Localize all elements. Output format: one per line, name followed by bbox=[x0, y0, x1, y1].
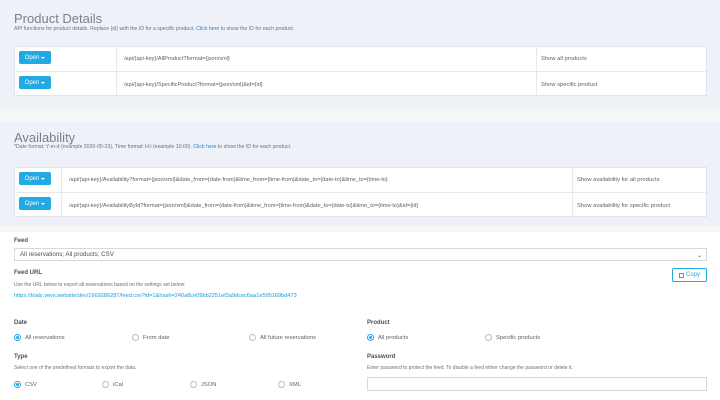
feed-url-hint: Use the URL below to export all reservat… bbox=[14, 282, 186, 288]
type-hint: Select one of the predefined formats to … bbox=[14, 365, 137, 371]
feed-url-label: Feed URL bbox=[14, 270, 43, 276]
table-row: Open /api/{api-key}/Availability?format=… bbox=[15, 168, 706, 193]
radio-icon bbox=[132, 334, 139, 341]
password-label: Password bbox=[367, 354, 396, 360]
radio-csv[interactable]: CSV bbox=[14, 381, 37, 388]
open-dropdown-button[interactable]: Open bbox=[19, 197, 51, 210]
caret-down-icon bbox=[41, 81, 46, 84]
radio-icon bbox=[485, 334, 492, 341]
chevron-down-icon: ⌄ bbox=[696, 253, 702, 259]
type-label: Type bbox=[14, 354, 28, 360]
password-hint: Enter password to protect the feed. To d… bbox=[367, 365, 573, 371]
radio-icon bbox=[249, 334, 256, 341]
endpoint-description: Show all products bbox=[541, 56, 587, 62]
radio-selected-icon bbox=[367, 334, 374, 341]
endpoint-url: /api/{api-key}/SpecificProduct?format={j… bbox=[117, 72, 537, 97]
radio-specific-products[interactable]: Specific products bbox=[485, 334, 540, 341]
radio-all-reservations[interactable]: All reservations bbox=[14, 334, 65, 341]
product-details-click-here-link[interactable]: Click here bbox=[196, 26, 219, 32]
radio-selected-icon bbox=[14, 334, 21, 341]
radio-xml[interactable]: XML bbox=[278, 381, 301, 388]
caret-down-icon bbox=[41, 177, 46, 180]
radio-json[interactable]: JSON bbox=[190, 381, 216, 388]
copy-button[interactable]: Copy bbox=[672, 268, 707, 282]
open-dropdown-button[interactable]: Open bbox=[19, 76, 51, 89]
availability-section: Availability *Date format: Y-m-d (exampl… bbox=[0, 122, 720, 226]
caret-down-icon bbox=[41, 56, 46, 59]
availability-click-here-link[interactable]: Click here bbox=[193, 144, 216, 150]
endpoint-description: Show specific product bbox=[541, 81, 598, 88]
radio-icon bbox=[190, 381, 197, 388]
radio-all-products[interactable]: All products bbox=[367, 334, 408, 341]
radio-icon bbox=[102, 381, 109, 388]
product-details-table: Open /api/{api-key}/AllProduct?format={j… bbox=[14, 46, 707, 97]
date-label: Date bbox=[14, 320, 28, 326]
product-details-description: API functions for product details. Repla… bbox=[14, 26, 295, 32]
product-details-title: Product Details bbox=[14, 11, 103, 26]
table-row: Open /api/{api-key}/SpecificProduct?form… bbox=[15, 72, 706, 97]
password-input[interactable] bbox=[367, 377, 707, 391]
availability-description: *Date format: Y-m-d (example 2020-05-23)… bbox=[14, 144, 292, 150]
endpoint-url: /api/{api-key}/AvailabilityById?format={… bbox=[62, 193, 573, 218]
radio-from-date[interactable]: From date bbox=[132, 334, 169, 341]
radio-icon bbox=[278, 381, 285, 388]
radio-ical[interactable]: iCal bbox=[102, 381, 123, 388]
open-dropdown-button[interactable]: Open bbox=[19, 51, 51, 64]
copy-icon bbox=[678, 272, 684, 278]
product-label: Product bbox=[367, 320, 390, 326]
radio-all-future-reservations[interactable]: All future reservations bbox=[249, 334, 316, 341]
radio-selected-icon bbox=[14, 381, 21, 388]
product-details-section: Product Details API functions for produc… bbox=[0, 0, 720, 108]
table-row: Open /api/{api-key}/AllProduct?format={j… bbox=[15, 47, 706, 72]
endpoint-url: /api/{api-key}/Availability?format={json… bbox=[62, 168, 573, 192]
availability-table: Open /api/{api-key}/Availability?format=… bbox=[14, 167, 707, 218]
table-row: Open /api/{api-key}/AvailabilityById?for… bbox=[15, 193, 706, 218]
endpoint-description: Show availability for all products bbox=[577, 177, 660, 183]
caret-down-icon bbox=[41, 202, 46, 205]
endpoint-url: /api/{api-key}/AllProduct?format={json/x… bbox=[117, 47, 537, 71]
availability-title: Availability bbox=[14, 130, 76, 145]
feed-label: Feed bbox=[14, 238, 29, 244]
endpoint-description: Show availability for specific product bbox=[577, 202, 671, 209]
feed-url-link[interactable]: https://trials.vevs.website/dev/16692862… bbox=[14, 293, 297, 299]
feed-select[interactable]: All reservations; All products; CSV ⌄ bbox=[14, 248, 707, 261]
open-dropdown-button[interactable]: Open bbox=[19, 172, 51, 185]
